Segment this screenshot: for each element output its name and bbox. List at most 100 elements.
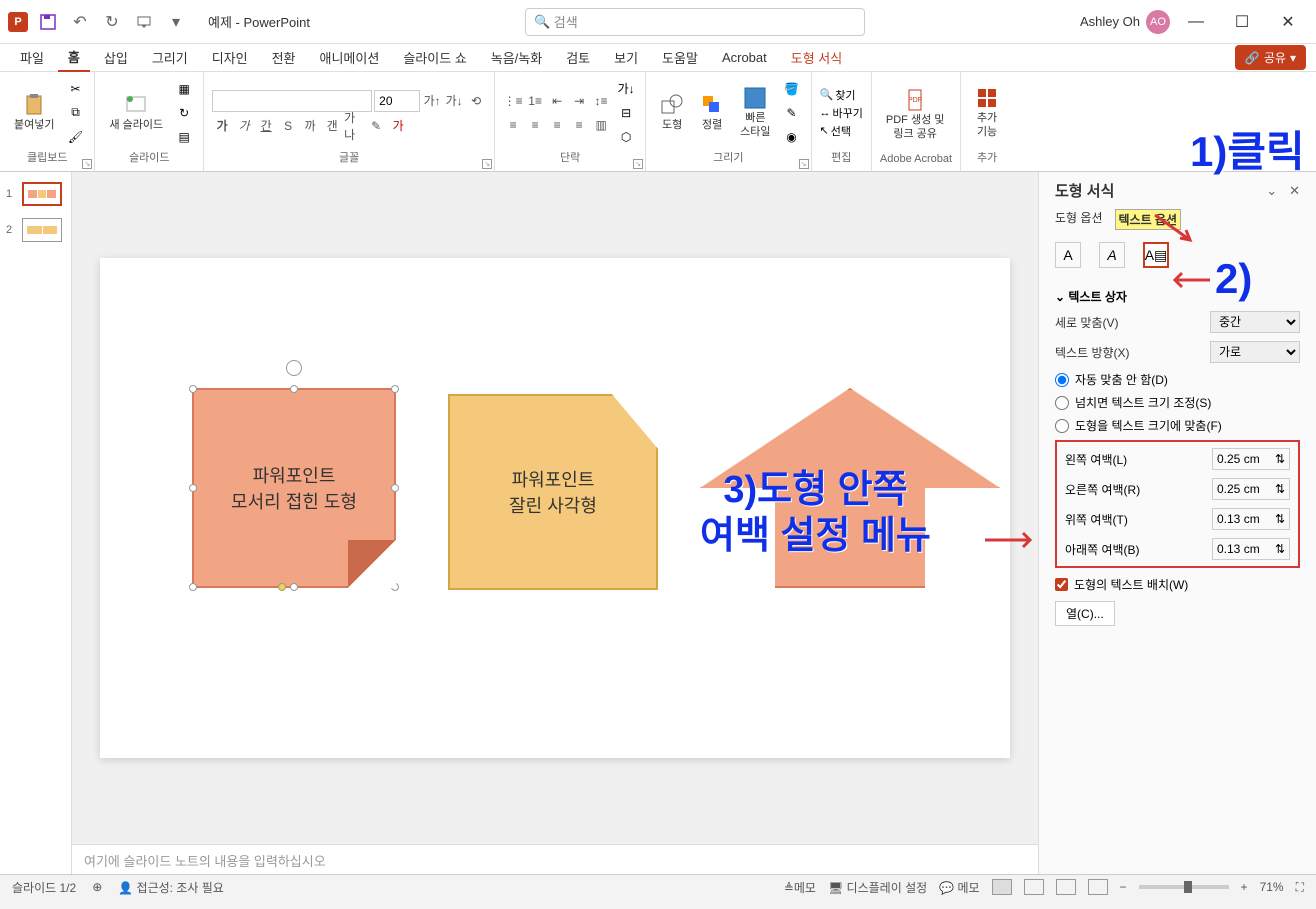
reset-icon[interactable]: ↻ xyxy=(173,102,195,124)
replace-button[interactable]: ↔ 바꾸기 xyxy=(820,105,863,121)
shapefill-icon[interactable]: 🪣 xyxy=(781,78,803,100)
linespacing-icon[interactable]: ↕≡ xyxy=(591,91,611,111)
find-button[interactable]: 🔍 찾기 xyxy=(820,87,863,103)
margin-bottom-input[interactable]: 0.13 cm⇅ xyxy=(1212,538,1290,560)
zoom-level[interactable]: 71% xyxy=(1260,880,1284,894)
align-right-icon[interactable]: ≡ xyxy=(547,115,567,135)
font-size-combo[interactable] xyxy=(374,90,420,112)
menu-insert[interactable]: 삽입 xyxy=(94,44,138,71)
zoom-slider[interactable] xyxy=(1139,885,1229,889)
strike-icon[interactable]: S xyxy=(278,116,298,136)
shapes-button[interactable]: 도형 xyxy=(654,89,690,136)
quickstyle-button[interactable]: 빠른 스타일 xyxy=(734,82,776,142)
align-center-icon[interactable]: ≡ xyxy=(525,115,545,135)
menu-record[interactable]: 녹음/녹화 xyxy=(481,44,552,71)
resize-handle[interactable] xyxy=(290,583,298,591)
search-input[interactable]: 🔍 검색 xyxy=(525,8,865,36)
notes-pane[interactable]: 여기에 슬라이드 노트의 내용을 입력하십시오 xyxy=(72,844,1038,874)
bold-icon[interactable]: 가 xyxy=(212,116,232,136)
normal-view-icon[interactable] xyxy=(992,879,1012,895)
pane-close-icon[interactable]: ✕ xyxy=(1289,183,1300,199)
shapeeffects-icon[interactable]: ◉ xyxy=(781,126,803,148)
tab-shape-options[interactable]: 도형 옵션 xyxy=(1055,209,1103,230)
close-button[interactable]: ✕ xyxy=(1268,7,1308,37)
align-left-icon[interactable]: ≡ xyxy=(503,115,523,135)
format-painter-icon[interactable]: 🖌 xyxy=(64,126,86,148)
thumbnail-2[interactable]: 2 xyxy=(0,216,71,244)
resize-handle[interactable] xyxy=(391,583,399,591)
resize-handle[interactable] xyxy=(189,583,197,591)
columns-icon[interactable]: ▥ xyxy=(591,115,611,135)
indent-icon[interactable]: ⇥ xyxy=(569,91,589,111)
pane-options-icon[interactable]: ⌄ xyxy=(1266,183,1277,199)
radio-noautofit[interactable]: 자동 맞춤 안 함(D) xyxy=(1055,371,1300,388)
customize-qat-icon[interactable]: ▾ xyxy=(164,10,188,34)
paste-button[interactable]: 붙여넣기 xyxy=(8,89,60,136)
select-button[interactable]: ↖ 선택 xyxy=(820,123,863,139)
columns-button[interactable]: 열(C)... xyxy=(1055,601,1115,626)
charspacing-icon[interactable]: 갠 xyxy=(322,116,342,136)
save-icon[interactable] xyxy=(36,10,60,34)
smartart-icon[interactable]: ⬡ xyxy=(615,126,637,148)
menu-acrobat[interactable]: Acrobat xyxy=(712,46,777,69)
undo-icon[interactable]: ↶ xyxy=(68,10,92,34)
clear-format-icon[interactable]: ⟲ xyxy=(466,91,486,111)
clipboard-dialog-launcher[interactable]: ↘ xyxy=(82,159,92,169)
italic-icon[interactable]: 가 xyxy=(234,116,254,136)
menu-transitions[interactable]: 전환 xyxy=(262,44,306,71)
menu-home[interactable]: 홈 xyxy=(58,43,90,72)
menu-view[interactable]: 보기 xyxy=(604,44,648,71)
underline-icon[interactable]: 간 xyxy=(256,116,276,136)
slide-indicator[interactable]: 슬라이드 1/2 xyxy=(12,879,76,896)
resize-handle[interactable] xyxy=(189,385,197,393)
pdf-button[interactable]: PDF PDF 생성 및 링크 공유 xyxy=(880,84,950,144)
drawing-dialog-launcher[interactable]: ↘ xyxy=(799,159,809,169)
addins-button[interactable]: 추가 기능 xyxy=(969,82,1005,142)
text-fill-outline-icon[interactable]: A xyxy=(1055,242,1081,268)
font-dialog-launcher[interactable]: ↘ xyxy=(482,159,492,169)
menu-review[interactable]: 검토 xyxy=(556,44,600,71)
rotate-handle[interactable] xyxy=(286,360,302,376)
slide-canvas[interactable]: 파워포인트 모서리 접힌 도형 파워포인트 잘린 사각형 xyxy=(100,258,1010,758)
menu-help[interactable]: 도움말 xyxy=(652,44,708,71)
resize-handle[interactable] xyxy=(391,385,399,393)
startshow-icon[interactable] xyxy=(132,10,156,34)
valign-select[interactable]: 중간 xyxy=(1210,311,1300,333)
paragraph-dialog-launcher[interactable]: ↘ xyxy=(633,159,643,169)
accessibility-indicator[interactable]: 👤 접근성: 조사 필요 xyxy=(118,879,224,896)
maximize-button[interactable]: ☐ xyxy=(1222,7,1262,37)
radio-resize[interactable]: 도형을 텍스트 크기에 맞춤(F) xyxy=(1055,417,1300,434)
decrease-font-icon[interactable]: 가↓ xyxy=(444,91,464,111)
menu-animations[interactable]: 애니메이션 xyxy=(310,44,390,71)
slideshow-view-icon[interactable] xyxy=(1088,879,1108,895)
resize-handle[interactable] xyxy=(290,385,298,393)
direction-select[interactable]: 가로 xyxy=(1210,341,1300,363)
shape-folded-corner[interactable]: 파워포인트 모서리 접힌 도형 xyxy=(192,388,396,588)
lang-indicator[interactable]: ⊕ xyxy=(92,880,102,894)
sorter-view-icon[interactable] xyxy=(1024,879,1044,895)
layout-icon[interactable]: ▦ xyxy=(173,78,195,100)
fit-to-window-icon[interactable]: ⛶ xyxy=(1296,880,1304,895)
outdent-icon[interactable]: ⇤ xyxy=(547,91,567,111)
increase-font-icon[interactable]: 가↑ xyxy=(422,91,442,111)
arrange-button[interactable]: 정렬 xyxy=(694,89,730,136)
changecase-icon[interactable]: 가나 xyxy=(344,116,364,136)
menu-draw[interactable]: 그리기 xyxy=(142,44,198,71)
notes-toggle[interactable]: ≜메모 xyxy=(784,879,816,896)
section-icon[interactable]: ▤ xyxy=(173,126,195,148)
shape-cut-rectangle[interactable]: 파워포인트 잘린 사각형 xyxy=(448,394,658,590)
shapeoutline-icon[interactable]: ✎ xyxy=(781,102,803,124)
share-button[interactable]: 🔗 공유 ▾ xyxy=(1235,45,1306,70)
justify-icon[interactable]: ≡ xyxy=(569,115,589,135)
zoom-in-icon[interactable]: + xyxy=(1241,880,1248,894)
menu-shapeformat[interactable]: 도형 서식 xyxy=(781,44,852,71)
margin-right-input[interactable]: 0.25 cm⇅ xyxy=(1212,478,1290,500)
numbering-icon[interactable]: 1≡ xyxy=(525,91,545,111)
zoom-out-icon[interactable]: − xyxy=(1120,880,1127,894)
resize-handle[interactable] xyxy=(391,484,399,492)
resize-handle[interactable] xyxy=(189,484,197,492)
user-avatar[interactable]: AO xyxy=(1146,10,1170,34)
menu-file[interactable]: 파일 xyxy=(10,44,54,71)
user-name[interactable]: Ashley Oh xyxy=(1080,14,1140,29)
redo-icon[interactable]: ↻ xyxy=(100,10,124,34)
